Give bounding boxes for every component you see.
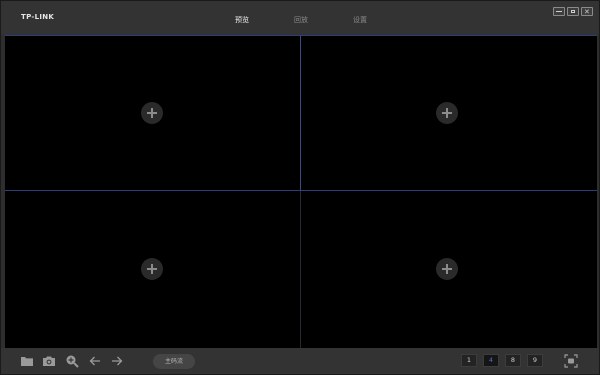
add-device-plus-icon[interactable] [141, 102, 163, 124]
layout-4-button[interactable]: 4 [483, 354, 499, 367]
pane-divider-vertical-bottom [300, 191, 301, 348]
video-pane-2[interactable] [301, 35, 597, 191]
layout-1-button[interactable]: 1 [461, 354, 477, 367]
zoom-in-icon[interactable] [65, 354, 79, 368]
app-window: TP-LINK 预览 回放 设置 ✕ 主码流 1 4 8 9 [0, 0, 600, 375]
pane-divider-vertical-top [300, 35, 301, 191]
minimize-icon [556, 11, 562, 12]
close-icon: ✕ [584, 8, 590, 16]
stream-select-button[interactable]: 主码流 [153, 354, 195, 369]
arrow-right-icon[interactable] [110, 354, 124, 368]
minimize-button[interactable] [553, 7, 565, 16]
maximize-icon [571, 10, 575, 13]
title-bar: TP-LINK 预览 回放 设置 ✕ [1, 1, 599, 35]
bottom-toolbar: 主码流 1 4 8 9 [1, 348, 599, 374]
app-logo: TP-LINK [21, 13, 55, 21]
arrow-left-icon[interactable] [88, 354, 102, 368]
tab-settings[interactable]: 设置 [353, 15, 367, 25]
layout-9-button[interactable]: 9 [527, 354, 543, 367]
folder-icon[interactable] [20, 354, 34, 368]
layout-8-button[interactable]: 8 [505, 354, 521, 367]
camera-icon[interactable] [42, 354, 56, 368]
maximize-button[interactable] [567, 7, 579, 16]
video-pane-3[interactable] [5, 191, 301, 348]
add-device-plus-icon[interactable] [436, 258, 458, 280]
tab-playback[interactable]: 回放 [294, 15, 308, 25]
add-device-plus-icon[interactable] [436, 102, 458, 124]
video-grid [5, 35, 597, 348]
video-pane-4[interactable] [301, 191, 597, 348]
add-device-plus-icon[interactable] [141, 258, 163, 280]
tab-preview[interactable]: 预览 [235, 15, 249, 25]
window-controls: ✕ [553, 7, 593, 16]
video-pane-1[interactable] [5, 35, 301, 191]
close-button[interactable]: ✕ [581, 7, 593, 16]
pane-divider-horizontal [5, 190, 597, 191]
fullscreen-icon[interactable] [564, 354, 578, 368]
